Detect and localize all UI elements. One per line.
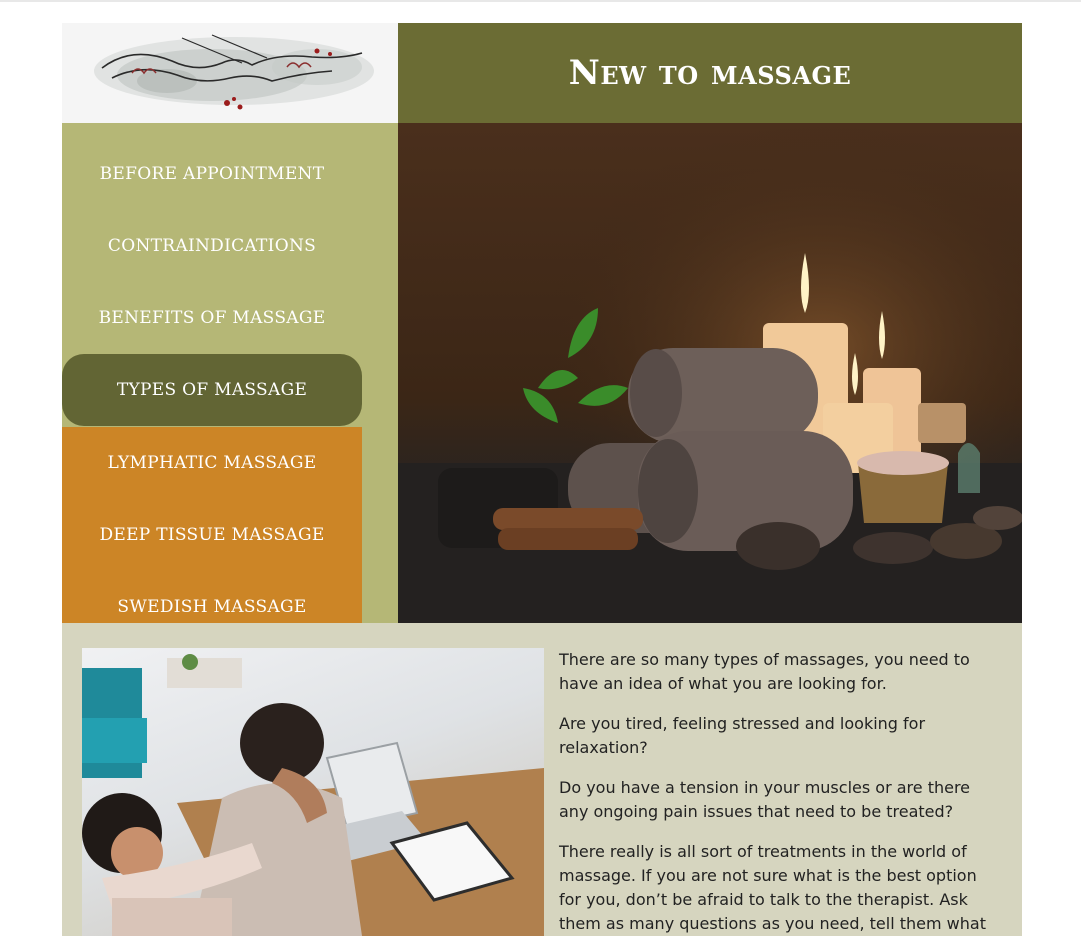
submenu: LYMPHATIC MASSAGE DEEP TISSUE MASSAGE SW… [62,427,362,643]
parent-child-laptop-image [82,654,544,936]
hero-image [398,123,1022,623]
top-divider [0,0,1081,2]
intro-paragraph-2: Are you tired, feeling stressed and look… [559,714,926,757]
page: New to massage BEFORE APPOINTMENT CONTRA… [62,23,1022,936]
header: New to massage [398,23,1022,123]
nav-item-benefits-of-massage[interactable]: BENEFITS OF MASSAGE [62,282,362,354]
spa-candles-towels-image [398,123,1022,623]
stressed-parent-photo [82,648,544,936]
nav-item-before-appointment[interactable]: BEFORE APPOINTMENT [62,138,362,210]
main-content: There are so many types of massages, you… [62,623,1022,936]
hands-massage-logo-icon [94,34,374,110]
intro-text: There are so many types of massages, you… [559,648,999,952]
nav-item-types-of-massage[interactable]: TYPES OF MASSAGE [62,354,362,426]
intro-paragraph-1: There are so many types of massages, you… [559,650,970,693]
submenu-item-lymphatic-massage[interactable]: LYMPHATIC MASSAGE [62,427,362,499]
nav-item-contraindications[interactable]: CONTRAINDICATIONS [62,210,362,282]
intro-paragraph-4: There really is all sort of treatments i… [559,842,986,933]
intro-paragraph-3: Do you have a tension in your muscles or… [559,778,971,821]
logo[interactable] [62,23,398,123]
submenu-item-deep-tissue-massage[interactable]: DEEP TISSUE MASSAGE [62,499,362,571]
page-title: New to massage [568,53,852,93]
